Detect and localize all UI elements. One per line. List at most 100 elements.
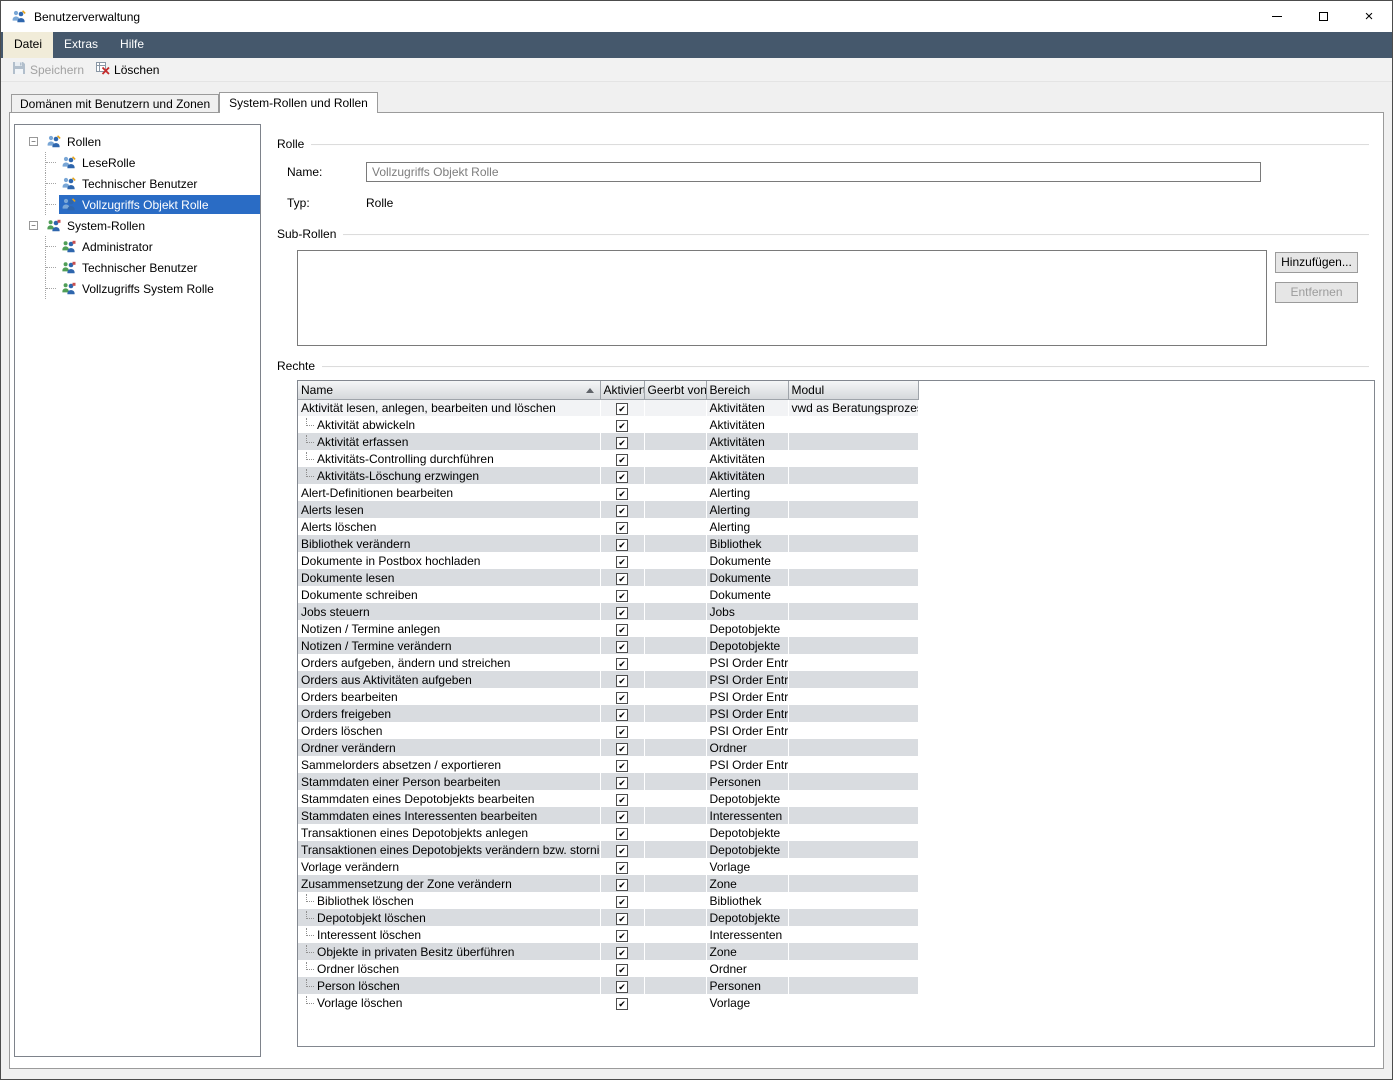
table-row[interactable]: Dokumente schreiben✔Dokumente	[298, 586, 918, 603]
subroles-list[interactable]	[297, 250, 1267, 346]
aktiviert-checkbox[interactable]: ✔	[616, 658, 628, 670]
table-row[interactable]: Notizen / Termine anlegen✔Depotobjekte	[298, 620, 918, 637]
table-row[interactable]: Ordner löschen✔Ordner	[298, 960, 918, 977]
table-row[interactable]: Aktivität lesen, anlegen, bearbeiten und…	[298, 399, 918, 416]
aktiviert-checkbox[interactable]: ✔	[616, 709, 628, 721]
tree-item-vollzugriffs-objekt-rolle[interactable]: Vollzugriffs Objekt Rolle	[15, 194, 260, 215]
table-row[interactable]: Alerts lesen✔Alerting	[298, 501, 918, 518]
tree-item-vollzugriffs-system-rolle[interactable]: Vollzugriffs System Rolle	[15, 278, 260, 299]
table-row[interactable]: Ordner verändern✔Ordner	[298, 739, 918, 756]
table-row[interactable]: Aktivität abwickeln✔Aktivitäten	[298, 416, 918, 433]
table-row[interactable]: Zusammensetzung der Zone verändern✔Zone	[298, 875, 918, 892]
table-row[interactable]: Bibliothek löschen✔Bibliothek	[298, 892, 918, 909]
table-row[interactable]: Objekte in privaten Besitz überführen✔Zo…	[298, 943, 918, 960]
aktiviert-checkbox[interactable]: ✔	[616, 624, 628, 636]
roles-tree-panel[interactable]: −RollenLeseRolleTechnischer BenutzerVoll…	[14, 124, 261, 1057]
aktiviert-checkbox[interactable]: ✔	[616, 760, 628, 772]
column-header-bereich[interactable]: Bereich	[706, 381, 788, 399]
tab-system-rollen-und-rollen[interactable]: System-Rollen und Rollen	[219, 92, 378, 113]
column-header-aktiviert[interactable]: Aktiviert	[600, 381, 644, 399]
table-row[interactable]: Vorlage löschen✔Vorlage	[298, 994, 918, 1011]
column-header-name[interactable]: Name	[298, 381, 600, 399]
menu-item-hilfe[interactable]: Hilfe	[109, 32, 155, 58]
aktiviert-checkbox[interactable]: ✔	[616, 879, 628, 891]
table-row[interactable]: Notizen / Termine verändern✔Depotobjekte	[298, 637, 918, 654]
aktiviert-checkbox[interactable]: ✔	[616, 981, 628, 993]
tree-item-administrator[interactable]: Administrator	[15, 236, 260, 257]
collapse-minus-icon[interactable]: −	[29, 221, 38, 230]
table-row[interactable]: Interessent löschen✔Interessenten	[298, 926, 918, 943]
table-row[interactable]: Person löschen✔Personen	[298, 977, 918, 994]
aktiviert-checkbox[interactable]: ✔	[616, 454, 628, 466]
close-button[interactable]: ×	[1346, 1, 1392, 32]
aktiviert-checkbox[interactable]: ✔	[616, 607, 628, 619]
aktiviert-checkbox[interactable]: ✔	[616, 505, 628, 517]
table-row[interactable]: Orders aus Aktivitäten aufgeben✔PSI Orde…	[298, 671, 918, 688]
table-row[interactable]: Alert-Definitionen bearbeiten✔Alerting	[298, 484, 918, 501]
aktiviert-checkbox[interactable]: ✔	[616, 930, 628, 942]
aktiviert-checkbox[interactable]: ✔	[616, 692, 628, 704]
table-row[interactable]: Orders aufgeben, ändern und streichen✔PS…	[298, 654, 918, 671]
aktiviert-checkbox[interactable]: ✔	[616, 828, 628, 840]
table-row[interactable]: Orders löschen✔PSI Order Entry	[298, 722, 918, 739]
aktiviert-checkbox[interactable]: ✔	[616, 539, 628, 551]
table-row[interactable]: Dokumente in Postbox hochladen✔Dokumente	[298, 552, 918, 569]
tree-item-technischer-benutzer[interactable]: Technischer Benutzer	[15, 173, 260, 194]
aktiviert-checkbox[interactable]: ✔	[616, 726, 628, 738]
aktiviert-checkbox[interactable]: ✔	[616, 420, 628, 432]
aktiviert-checkbox[interactable]: ✔	[616, 896, 628, 908]
aktiviert-checkbox[interactable]: ✔	[616, 845, 628, 857]
aktiviert-checkbox[interactable]: ✔	[616, 590, 628, 602]
column-header-geerbt-von[interactable]: Geerbt von	[644, 381, 706, 399]
aktiviert-checkbox[interactable]: ✔	[616, 403, 628, 415]
table-row[interactable]: Orders bearbeiten✔PSI Order Entry	[298, 688, 918, 705]
aktiviert-checkbox[interactable]: ✔	[616, 573, 628, 585]
aktiviert-checkbox[interactable]: ✔	[616, 777, 628, 789]
table-row[interactable]: Aktivitäts-Controlling durchführen✔Aktiv…	[298, 450, 918, 467]
aktiviert-checkbox[interactable]: ✔	[616, 743, 628, 755]
save-button[interactable]: Speichern	[6, 59, 90, 80]
aktiviert-checkbox[interactable]: ✔	[616, 964, 628, 976]
aktiviert-checkbox[interactable]: ✔	[616, 998, 628, 1010]
table-row[interactable]: Stammdaten einer Person bearbeiten✔Perso…	[298, 773, 918, 790]
aktiviert-checkbox[interactable]: ✔	[616, 556, 628, 568]
aktiviert-checkbox[interactable]: ✔	[616, 794, 628, 806]
table-row[interactable]: Orders freigeben✔PSI Order Entry	[298, 705, 918, 722]
table-row[interactable]: Vorlage verändern✔Vorlage	[298, 858, 918, 875]
table-row[interactable]: Transaktionen eines Depotobjekts anlegen…	[298, 824, 918, 841]
table-row[interactable]: Aktivitäts-Löschung erzwingen✔Aktivitäte…	[298, 467, 918, 484]
table-row[interactable]: Stammdaten eines Depotobjekts bearbeiten…	[298, 790, 918, 807]
aktiviert-checkbox[interactable]: ✔	[616, 913, 628, 925]
aktiviert-checkbox[interactable]: ✔	[616, 488, 628, 500]
name-input[interactable]	[366, 162, 1261, 182]
tree-group-rollen[interactable]: −Rollen	[15, 131, 260, 152]
table-row[interactable]: Alerts löschen✔Alerting	[298, 518, 918, 535]
aktiviert-checkbox[interactable]: ✔	[616, 947, 628, 959]
menu-item-datei[interactable]: Datei	[3, 32, 53, 58]
table-row[interactable]: Sammelorders absetzen / exportieren✔PSI …	[298, 756, 918, 773]
tree-item-leserolle[interactable]: LeseRolle	[15, 152, 260, 173]
aktiviert-checkbox[interactable]: ✔	[616, 437, 628, 449]
aktiviert-checkbox[interactable]: ✔	[616, 675, 628, 687]
minimize-button[interactable]	[1254, 1, 1300, 32]
aktiviert-checkbox[interactable]: ✔	[616, 641, 628, 653]
table-row[interactable]: Transaktionen eines Depotobjekts verände…	[298, 841, 918, 858]
remove-subrole-button[interactable]: Entfernen	[1275, 282, 1358, 303]
column-header-modul[interactable]: Modul	[788, 381, 918, 399]
delete-button[interactable]: Löschen	[90, 59, 165, 80]
collapse-minus-icon[interactable]: −	[29, 137, 38, 146]
table-row[interactable]: Jobs steuern✔Jobs	[298, 603, 918, 620]
table-row[interactable]: Bibliothek verändern✔Bibliothek	[298, 535, 918, 552]
aktiviert-checkbox[interactable]: ✔	[616, 471, 628, 483]
table-row[interactable]: Aktivität erfassen✔Aktivitäten	[298, 433, 918, 450]
tree-group-system-rollen[interactable]: −System-Rollen	[15, 215, 260, 236]
menu-item-extras[interactable]: Extras	[53, 32, 109, 58]
aktiviert-checkbox[interactable]: ✔	[616, 522, 628, 534]
aktiviert-checkbox[interactable]: ✔	[616, 811, 628, 823]
aktiviert-checkbox[interactable]: ✔	[616, 862, 628, 874]
table-row[interactable]: Depotobjekt löschen✔Depotobjekte	[298, 909, 918, 926]
add-subrole-button[interactable]: Hinzufügen...	[1275, 252, 1358, 273]
table-row[interactable]: Stammdaten eines Interessenten bearbeite…	[298, 807, 918, 824]
tab-domaenen-mit-benutzern-und-zonen[interactable]: Domänen mit Benutzern und Zonen	[11, 94, 219, 112]
table-row[interactable]: Dokumente lesen✔Dokumente	[298, 569, 918, 586]
